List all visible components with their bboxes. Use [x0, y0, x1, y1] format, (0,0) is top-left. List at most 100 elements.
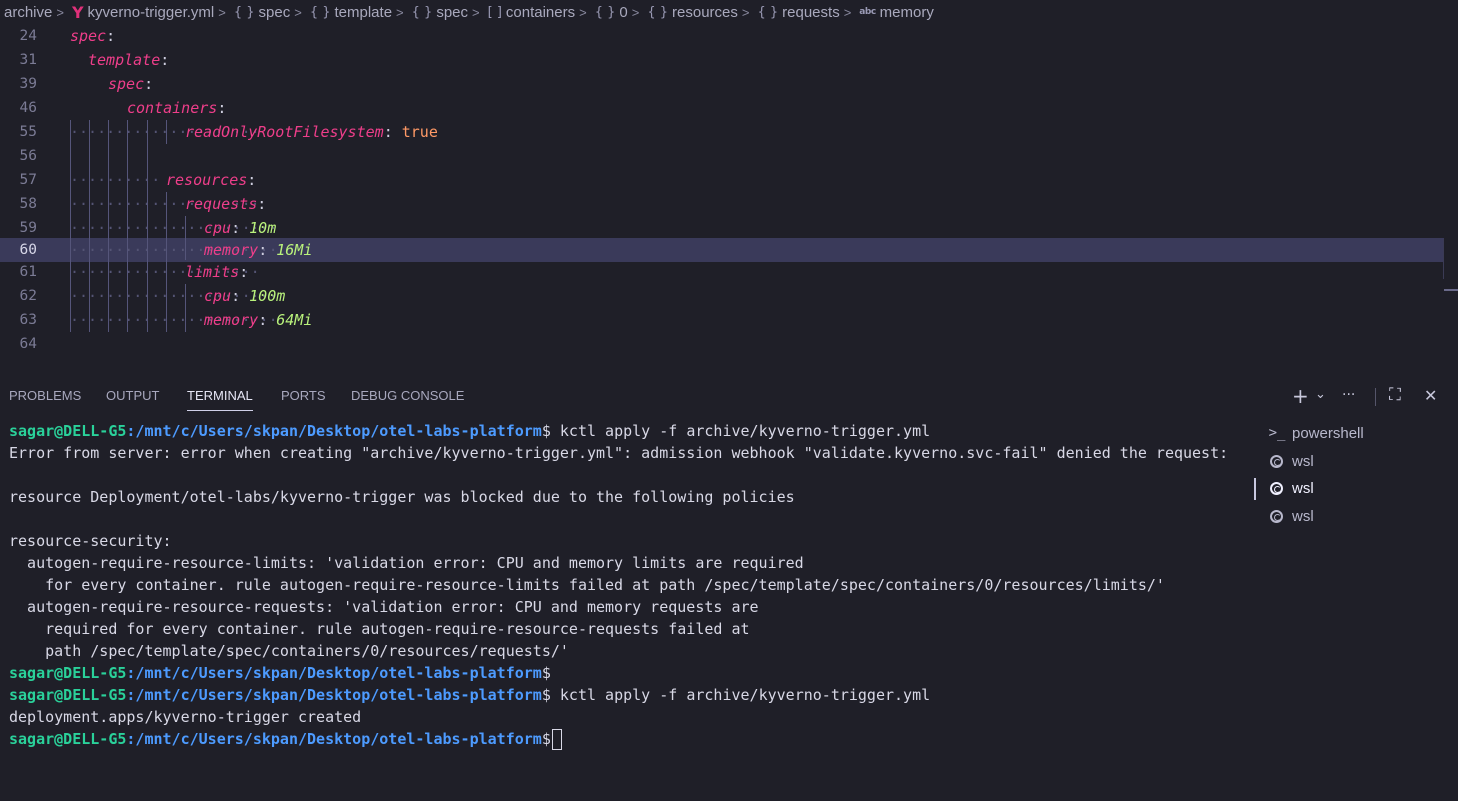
chevron-right-icon: >	[843, 4, 852, 20]
tab-output[interactable]: OUTPUT	[106, 388, 159, 403]
indent-guide	[185, 216, 186, 260]
prompt-symbol: $	[541, 664, 551, 682]
code-line[interactable]: 58 ····················· requests:	[0, 192, 1444, 216]
breadcrumb-item-requests[interactable]: { } requests	[753, 4, 839, 21]
yaml-key: readOnlyRootFilesystem	[185, 123, 384, 141]
breadcrumb-item-0[interactable]: { } 0	[591, 4, 628, 21]
breadcrumb-item-template[interactable]: { } template	[306, 4, 392, 21]
line-number: 24	[19, 28, 37, 44]
debian-icon	[1270, 509, 1283, 523]
line-number: 58	[19, 196, 37, 212]
breadcrumb-item-resources[interactable]: { } resources	[643, 4, 738, 21]
code-line[interactable]: 63 ······················· memory: 64Mi	[0, 308, 1444, 332]
code-line[interactable]: 56	[0, 144, 1444, 168]
indent-guide	[89, 120, 90, 332]
line-number: 59	[19, 220, 37, 236]
terminal-line: sagar@DELL-G5:/mnt/c/Users/skpan/Desktop…	[9, 684, 1249, 706]
object-icon: { }	[594, 4, 616, 20]
chevron-right-icon: >	[294, 4, 302, 20]
add-terminal-button[interactable]: +	[1292, 384, 1309, 408]
tab-debug-console[interactable]: DEBUG CONSOLE	[351, 388, 464, 403]
prompt-user: sagar@DELL-G5	[9, 664, 127, 682]
more-actions-button[interactable]: ···	[1342, 387, 1355, 403]
object-icon: { }	[647, 4, 669, 20]
tab-problems[interactable]: PROBLEMS	[9, 388, 81, 403]
command-text: kctl apply -f archive/kyverno-trigger.ym…	[550, 422, 931, 440]
breadcrumb-item-memory[interactable]: abc memory	[855, 4, 934, 21]
code-editor[interactable]: 24 spec: 31 template: 39 spec: 46 contai…	[0, 24, 1458, 380]
line-number: 57	[19, 172, 37, 188]
code-line[interactable]: 24 spec:	[0, 24, 1444, 48]
chevron-right-icon: >	[472, 4, 480, 20]
code-line[interactable]: 55 ····················· readOnlyRootFil…	[0, 120, 1444, 144]
line-number: 61	[19, 264, 37, 280]
code-line[interactable]: 39 spec:	[0, 72, 1444, 96]
terminal-line: sagar@DELL-G5:/mnt/c/Users/skpan/Desktop…	[9, 662, 1249, 684]
terminal-item-powershell[interactable]: >_ powershell	[1254, 420, 1454, 448]
code-line[interactable]: 64	[0, 332, 1444, 356]
yaml-value: true	[401, 123, 438, 141]
prompt-symbol: $	[541, 730, 551, 748]
yaml-value: 10m	[249, 219, 277, 237]
code-line[interactable]: 59 ······················· cpu: 10m	[0, 216, 1444, 240]
breadcrumb-item-spec-2[interactable]: { } spec	[408, 4, 468, 21]
terminal-item-wsl[interactable]: wsl	[1254, 503, 1454, 531]
indent-guide	[166, 120, 167, 144]
debian-icon	[1270, 482, 1283, 496]
terminal-item-wsl-active[interactable]: wsl	[1254, 475, 1454, 503]
close-panel-button[interactable]: ✕	[1424, 386, 1437, 405]
breadcrumb-item-spec[interactable]: { } spec	[230, 4, 290, 21]
yaml-key: spec	[70, 27, 107, 45]
yaml-icon: Y	[71, 2, 84, 22]
terminal-item-label: wsl	[1292, 507, 1314, 525]
panel-tab-bar: PROBLEMS OUTPUT TERMINAL PORTS DEBUG CON…	[0, 384, 1458, 411]
prompt-path: :/mnt/c/Users/skpan/Desktop/otel-labs-pl…	[126, 686, 542, 704]
terminal-item-wsl[interactable]: wsl	[1254, 448, 1454, 476]
yaml-key: memory	[204, 241, 259, 259]
terminal-cursor[interactable]	[551, 729, 562, 750]
breadcrumb-item-file[interactable]: Ykyverno-trigger.yml	[68, 3, 214, 22]
maximize-panel-button[interactable]: ⛶	[1389, 385, 1401, 405]
line-number: 31	[19, 52, 37, 68]
terminal-line: sagar@DELL-G5:/mnt/c/Users/skpan/Desktop…	[9, 728, 1249, 750]
tab-terminal[interactable]: TERMINAL	[187, 388, 253, 411]
scrollbar-marker[interactable]	[1444, 289, 1458, 291]
breadcrumb-label: kyverno-trigger.yml	[87, 3, 215, 21]
breadcrumb-item-archive[interactable]: archive	[0, 4, 52, 21]
chevron-right-icon: >	[218, 4, 226, 20]
prompt-symbol: $	[541, 686, 551, 704]
indent-guide	[108, 120, 109, 332]
chevron-right-icon: >	[56, 4, 64, 20]
breadcrumb-item-containers[interactable]: [ ] containers	[484, 4, 576, 21]
terminal-item-label: wsl	[1292, 452, 1314, 470]
breadcrumb: archive > Ykyverno-trigger.yml > { } spec…	[0, 0, 1458, 24]
terminal-list: >_ powershell wsl wsl wsl	[1254, 420, 1454, 530]
code-line[interactable]: 62 ······················· cpu: 100m	[0, 284, 1444, 308]
breadcrumb-label: spec	[436, 3, 469, 21]
breadcrumb-label: 0	[619, 3, 628, 21]
terminal-line: resource Deployment/otel-labs/kyverno-tr…	[9, 488, 795, 506]
object-icon: { }	[309, 4, 331, 20]
code-line[interactable]: 31 template:	[0, 48, 1444, 72]
tab-ports[interactable]: PORTS	[281, 388, 326, 403]
code-line[interactable]: 46 containers:	[0, 96, 1444, 120]
object-icon: { }	[233, 4, 255, 20]
code-line[interactable]: 61 ····················· limits:	[0, 260, 1444, 284]
line-number: 55	[19, 124, 37, 140]
chevron-down-icon[interactable]: ⌄	[1315, 387, 1326, 402]
terminal-line: deployment.apps/kyverno-trigger created	[9, 708, 362, 726]
terminal-line: for every container. rule autogen-requir…	[9, 576, 1165, 594]
breadcrumb-label: spec	[258, 3, 291, 21]
yaml-key: spec	[108, 75, 145, 93]
code-line-current[interactable]: 60 ······················· memory: 16Mi	[0, 238, 1444, 262]
chevron-right-icon: >	[631, 4, 640, 20]
code-line[interactable]: 57 ·········· resources:	[0, 168, 1444, 192]
yaml-key: cpu	[204, 287, 232, 305]
terminal-item-label: wsl	[1292, 480, 1314, 497]
breadcrumb-label: resources	[672, 3, 738, 21]
string-icon: abc	[859, 7, 876, 17]
indent-guide	[166, 192, 167, 332]
terminal-output[interactable]: sagar@DELL-G5 :/mnt/c/Users/skpan/Desktop…	[9, 420, 1249, 790]
command-text: kctl apply -f archive/kyverno-trigger.ym…	[550, 686, 931, 704]
